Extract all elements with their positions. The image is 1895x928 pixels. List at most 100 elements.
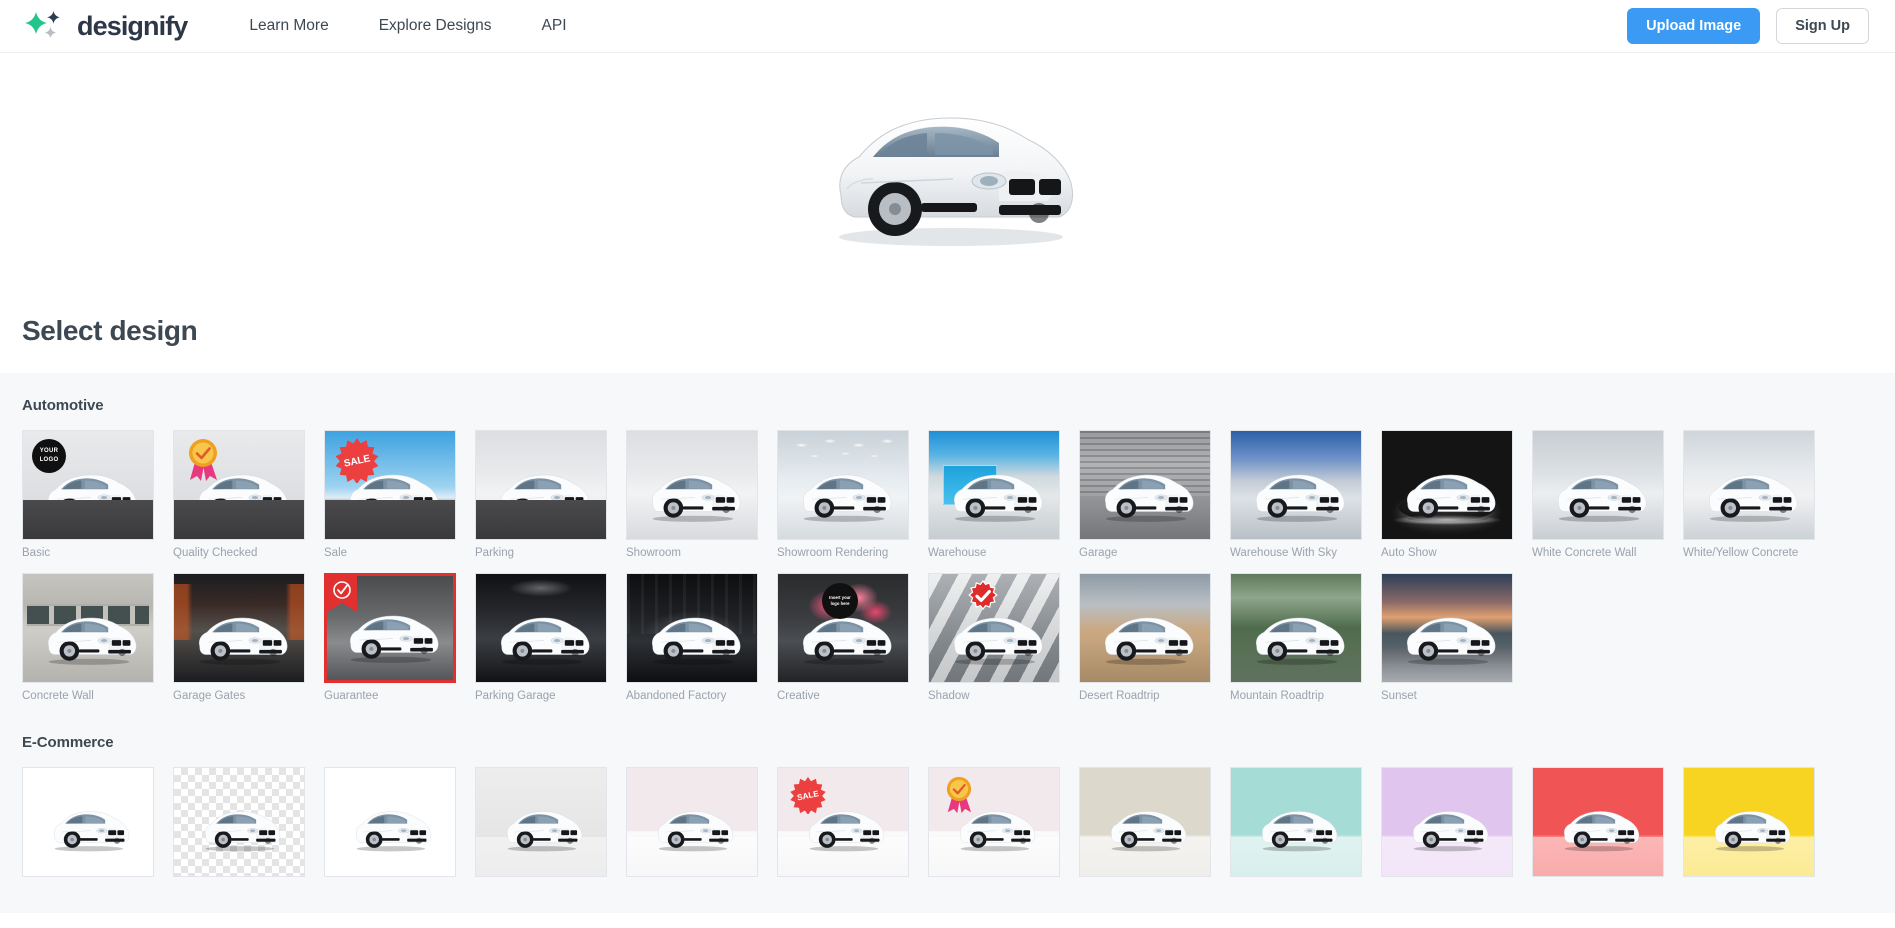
design-thumbnail[interactable]: Guarantee <box>324 573 456 702</box>
thumbnail-car-image <box>1546 465 1650 525</box>
upload-image-button[interactable]: Upload Image <box>1627 8 1760 44</box>
design-thumbnail-frame[interactable] <box>928 767 1060 877</box>
design-thumbnail-frame[interactable]: Insert your logo here <box>777 573 909 683</box>
design-thumbnail[interactable] <box>928 767 1060 877</box>
thumbnail-car-image <box>640 608 744 668</box>
design-thumbnail[interactable]: Sunset <box>1381 573 1513 702</box>
design-thumbnail[interactable]: Shadow <box>928 573 1060 702</box>
design-thumbnail-frame[interactable] <box>1381 767 1513 877</box>
design-thumbnail-frame[interactable] <box>22 573 154 683</box>
design-thumbnail-row: SALE <box>0 767 1895 877</box>
design-thumbnail-frame[interactable] <box>1079 767 1211 877</box>
design-thumbnail[interactable]: Warehouse <box>928 430 1060 559</box>
design-thumbnail-frame[interactable] <box>1381 430 1513 540</box>
design-thumbnail[interactable]: YOUR LOGOBasic <box>22 430 154 559</box>
design-thumbnail[interactable]: Concrete Wall <box>22 573 154 702</box>
design-thumbnail-frame[interactable] <box>626 430 758 540</box>
design-thumbnail[interactable]: Garage Gates <box>173 573 305 702</box>
design-thumbnail-art: SALE <box>325 431 455 539</box>
thumbnail-car-image <box>1093 608 1197 668</box>
thumbnail-car-image <box>346 803 434 854</box>
design-thumbnail-frame[interactable] <box>475 573 607 683</box>
design-thumbnail-art <box>476 574 606 682</box>
design-thumbnail-frame[interactable]: SALE <box>324 430 456 540</box>
design-thumbnail-art <box>1533 431 1663 539</box>
design-thumbnail[interactable] <box>1079 767 1211 877</box>
design-thumbnail-selected[interactable] <box>324 573 456 683</box>
design-thumbnail-frame[interactable] <box>1079 573 1211 683</box>
design-thumbnail[interactable] <box>475 767 607 877</box>
design-thumbnail-frame[interactable] <box>928 573 1060 683</box>
design-thumbnail[interactable]: SALE <box>777 767 909 877</box>
design-thumbnail-label: Creative <box>777 690 909 702</box>
design-thumbnail[interactable] <box>1381 767 1513 877</box>
thumbnail-car-image <box>489 465 593 525</box>
design-thumbnail-frame[interactable] <box>1532 767 1664 877</box>
design-thumbnail-frame[interactable] <box>1532 430 1664 540</box>
your-logo-line1: YOUR <box>40 447 59 456</box>
design-thumbnail-frame[interactable] <box>626 573 758 683</box>
design-thumbnail-label: Quality Checked <box>173 547 305 559</box>
design-thumbnail-art <box>1684 431 1814 539</box>
design-thumbnail-frame[interactable] <box>475 430 607 540</box>
design-thumbnail[interactable] <box>626 767 758 877</box>
design-thumbnail[interactable] <box>22 767 154 877</box>
design-thumbnail[interactable]: White Concrete Wall <box>1532 430 1664 559</box>
design-thumbnail-frame[interactable] <box>173 767 305 877</box>
design-thumbnail-frame[interactable] <box>1230 573 1362 683</box>
thumbnail-car-image <box>1705 803 1793 854</box>
nav-link-learn-more[interactable]: Learn More <box>249 17 328 35</box>
hero-preview <box>0 53 1895 291</box>
design-thumbnail-label: Sale <box>324 547 456 559</box>
design-thumbnail-frame[interactable] <box>928 430 1060 540</box>
design-thumbnail[interactable]: Parking <box>475 430 607 559</box>
design-thumbnail[interactable]: Parking Garage <box>475 573 607 702</box>
brand-logo[interactable]: designify <box>22 9 187 43</box>
design-thumbnail-frame[interactable]: YOUR LOGO <box>22 430 154 540</box>
design-thumbnail-frame[interactable] <box>22 767 154 877</box>
design-thumbnail-art <box>174 431 304 539</box>
design-thumbnail-frame[interactable] <box>1079 430 1211 540</box>
design-thumbnail[interactable]: Auto Show <box>1381 430 1513 559</box>
design-thumbnail-frame[interactable] <box>1683 767 1815 877</box>
creative-logo-badge: Insert your logo here <box>822 583 858 619</box>
sale-starburst-badge-icon: SALE <box>333 437 381 483</box>
design-thumbnail-frame[interactable] <box>1230 430 1362 540</box>
design-thumbnail[interactable]: White/Yellow Concrete <box>1683 430 1815 559</box>
design-thumbnail-frame[interactable] <box>1381 573 1513 683</box>
design-thumbnail-frame[interactable] <box>777 430 909 540</box>
design-thumbnail-frame[interactable] <box>475 767 607 877</box>
design-thumbnail-art <box>174 768 304 876</box>
design-thumbnail-frame[interactable]: SALE <box>777 767 909 877</box>
design-thumbnail[interactable] <box>1683 767 1815 877</box>
design-thumbnail-frame[interactable] <box>626 767 758 877</box>
design-thumbnail[interactable] <box>1230 767 1362 877</box>
design-thumbnail[interactable] <box>1532 767 1664 877</box>
design-thumbnail[interactable]: Showroom <box>626 430 758 559</box>
design-thumbnail-frame[interactable] <box>173 430 305 540</box>
row-spacer <box>0 559 1895 573</box>
design-thumbnail[interactable]: Desert Roadtrip <box>1079 573 1211 702</box>
design-thumbnail-frame[interactable] <box>173 573 305 683</box>
design-thumbnail-art <box>1382 431 1512 539</box>
design-thumbnail[interactable] <box>173 767 305 877</box>
thumbnail-car-image <box>489 608 593 668</box>
design-thumbnail[interactable] <box>324 767 456 877</box>
design-thumbnail[interactable]: Abandoned Factory <box>626 573 758 702</box>
nav-link-explore-designs[interactable]: Explore Designs <box>379 17 492 35</box>
design-thumbnail-frame[interactable] <box>324 767 456 877</box>
design-thumbnail-art <box>1080 574 1210 682</box>
sign-up-button[interactable]: Sign Up <box>1776 8 1869 44</box>
design-thumbnail[interactable]: Mountain Roadtrip <box>1230 573 1362 702</box>
design-thumbnail[interactable]: Quality Checked <box>173 430 305 559</box>
design-thumbnail[interactable]: SALE Sale <box>324 430 456 559</box>
design-thumbnail-frame[interactable] <box>1683 430 1815 540</box>
nav-link-api[interactable]: API <box>542 17 567 35</box>
thumbnail-car-image <box>36 608 140 668</box>
design-thumbnail[interactable]: Garage <box>1079 430 1211 559</box>
design-thumbnail[interactable]: Insert your logo here Creative <box>777 573 909 702</box>
design-thumbnail-label: Garage <box>1079 547 1211 559</box>
design-thumbnail-frame[interactable] <box>1230 767 1362 877</box>
design-thumbnail[interactable]: Showroom Rendering <box>777 430 909 559</box>
design-thumbnail[interactable]: Warehouse With Sky <box>1230 430 1362 559</box>
